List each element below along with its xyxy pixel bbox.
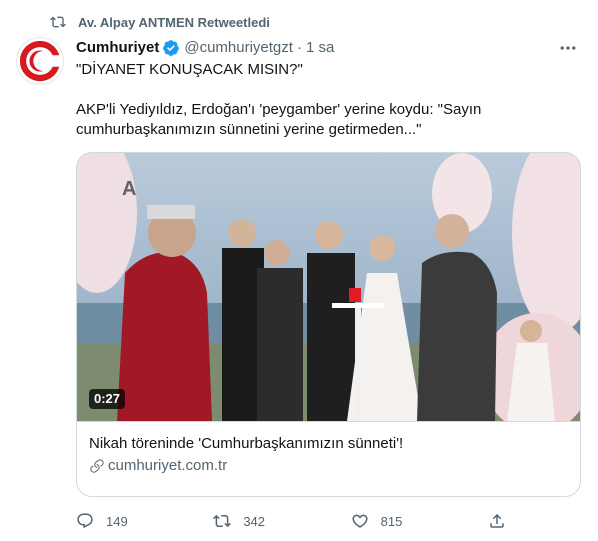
video-duration-badge: 0:27 [89,389,126,409]
more-icon[interactable] [558,38,578,58]
like-icon [352,514,368,528]
like-button[interactable]: 815 [351,512,403,530]
tweet-body: Cumhuriyet @cumhuriyetgzt · 1 sa "DİYANE… [76,38,582,140]
retweeted-by-label: Av. Alpay ANTMEN Retweetledi [78,14,270,30]
tweet-text-line: cumhurbaşkanımızın sünnetini yerine geti… [76,121,422,138]
video-thumbnail: A [77,153,580,421]
card-domain-text: cumhuriyet.com.tr [108,457,228,474]
cumhuriyet-logo-icon [19,40,63,82]
separator-dot: · [296,39,302,56]
tweet-timestamp[interactable]: 1 sa [306,38,334,58]
author-handle[interactable]: @cumhuriyetgzt [184,38,293,58]
reply-icon [77,513,93,529]
link-icon [90,459,104,473]
tweet-text-line: "DİYANET KONUŞACAK MISIN?" [76,61,303,78]
retweet-icon [213,514,232,528]
share-button[interactable] [488,512,506,530]
reply-count: 149 [106,513,128,529]
retweet-indicator[interactable]: Av. Alpay ANTMEN Retweetledi [50,13,270,31]
tweet-text-line: AKP'li Yediyıldız, Erdoğan'ı 'peygamber'… [76,101,482,118]
retweet-button[interactable]: 342 [213,512,265,530]
like-count: 815 [380,513,403,529]
author-name[interactable]: Cumhuriyet [76,38,159,58]
verified-badge-icon [163,40,180,56]
retweet-icon [50,16,66,28]
tweet-header: Cumhuriyet @cumhuriyetgzt · 1 sa [76,38,582,58]
tweet-text: "DİYANET KONUŞACAK MISIN?" AKP'li Yediyı… [76,60,582,140]
svg-text:A: A [122,178,136,200]
retweet-count: 342 [243,513,266,529]
card-domain: cumhuriyet.com.tr [89,456,568,476]
avatar[interactable] [16,37,64,85]
tweet-actions: 149 342 815 [76,509,506,533]
share-icon [490,513,504,528]
link-card[interactable]: A 0:27 Nikah töreninde 'Cumhurbaşkanımız… [76,152,581,497]
reply-button[interactable]: 149 [76,512,128,530]
video-player[interactable]: A 0:27 [77,153,580,421]
card-title: Nikah töreninde 'Cumhurbaşkanımızın sünn… [89,435,404,452]
card-info[interactable]: Nikah töreninde 'Cumhurbaşkanımızın sünn… [77,421,580,488]
